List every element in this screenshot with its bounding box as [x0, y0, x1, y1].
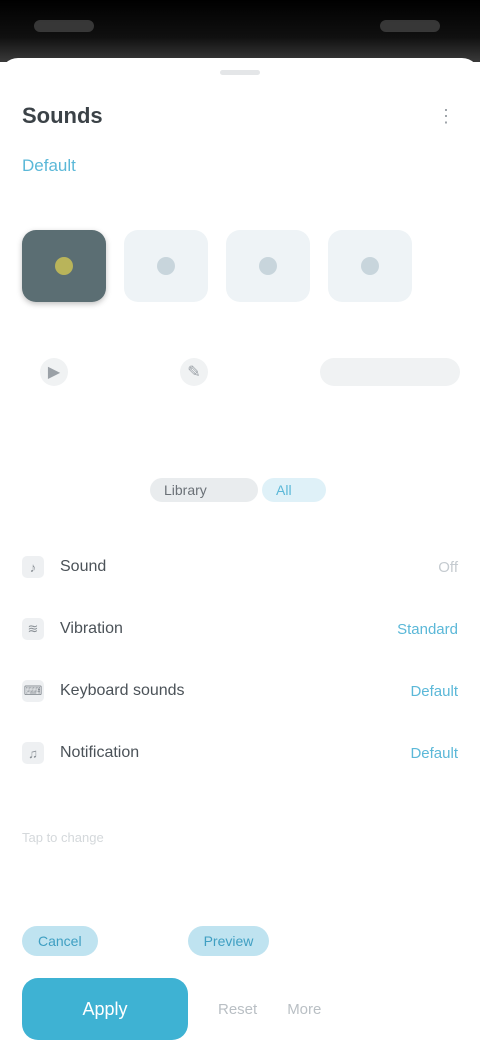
subtitle-link[interactable]: Default [22, 156, 76, 176]
thumbnail-selected[interactable] [22, 230, 106, 302]
action-bar: ▶ ✎ [40, 358, 460, 386]
thumbnail-item[interactable] [124, 230, 208, 302]
hint-text: Tap to change [22, 830, 104, 845]
thumbnail-mark-icon [259, 257, 277, 275]
bottom-sheet: Sounds ⋮ Default ▶ ✎ Library All ♪ Sound… [0, 58, 480, 1040]
thumbnail-mark-icon [157, 257, 175, 275]
row-label: Notification [60, 744, 140, 761]
row-label: Keyboard sounds [60, 682, 185, 699]
row-left: ♪ Sound [22, 556, 106, 578]
header: Sounds ⋮ [22, 98, 458, 134]
row-value: Standard [397, 620, 458, 638]
thumbnail-mark-icon [361, 257, 379, 275]
progress-slider[interactable] [320, 358, 460, 386]
status-bar [0, 0, 480, 62]
battery-icon [380, 20, 440, 32]
row-value: Off [438, 558, 458, 576]
more-button[interactable]: More [287, 1001, 321, 1018]
more-icon[interactable]: ⋮ [434, 104, 458, 128]
chip-row: Cancel Preview [22, 926, 270, 956]
edit-icon[interactable]: ✎ [180, 358, 208, 386]
thumbnail-item[interactable] [328, 230, 412, 302]
row-label: Vibration [60, 620, 123, 637]
segmented-toggle: Library All [150, 478, 326, 502]
settings-list: ♪ Sound Off ≋ Vibration Standard ⌨ Keybo… [22, 536, 458, 784]
row-label: Sound [60, 558, 107, 575]
time-indicator [34, 20, 94, 32]
keyboard-icon: ⌨ [22, 680, 44, 702]
row-left: ⌨ Keyboard sounds [22, 680, 185, 702]
reset-button[interactable]: Reset [218, 1001, 257, 1018]
toggle-option-library[interactable]: Library [150, 478, 258, 502]
vibration-icon: ≋ [22, 618, 44, 640]
bell-icon: ♫ [22, 742, 44, 764]
list-item[interactable]: ≋ Vibration Standard [22, 598, 458, 660]
bottom-actions: Apply Reset More [22, 978, 458, 1040]
row-value: Default [410, 744, 458, 762]
cancel-chip[interactable]: Cancel [22, 926, 98, 956]
row-left: ≋ Vibration [22, 618, 123, 640]
thumbnail-mark-icon [55, 257, 73, 275]
sheet-grabber[interactable] [220, 70, 260, 75]
speaker-icon: ♪ [22, 556, 44, 578]
list-item[interactable]: ♫ Notification Default [22, 722, 458, 784]
page-title: Sounds [22, 103, 103, 128]
thumbnail-strip [22, 230, 480, 302]
row-value: Default [410, 682, 458, 700]
toggle-option-all[interactable]: All [262, 478, 326, 502]
preview-chip[interactable]: Preview [187, 926, 270, 956]
play-icon[interactable]: ▶ [40, 358, 68, 386]
apply-button[interactable]: Apply [22, 978, 188, 1040]
list-item[interactable]: ⌨ Keyboard sounds Default [22, 660, 458, 722]
row-left: ♫ Notification [22, 742, 139, 764]
list-item[interactable]: ♪ Sound Off [22, 536, 458, 598]
thumbnail-item[interactable] [226, 230, 310, 302]
